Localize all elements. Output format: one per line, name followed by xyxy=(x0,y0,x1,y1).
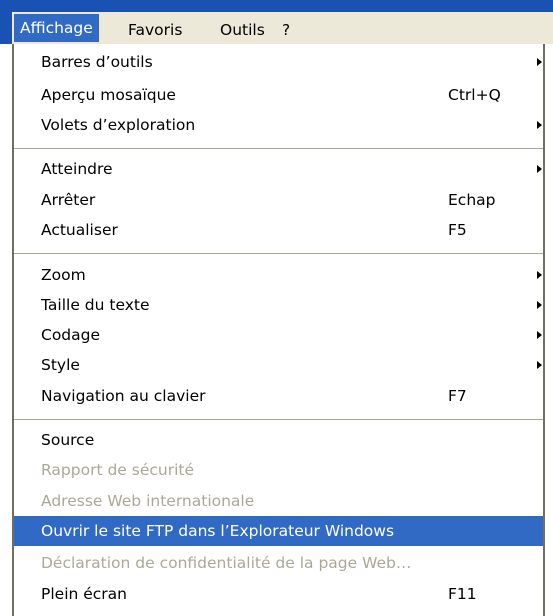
menu-item-label: Taille du texte xyxy=(41,296,150,314)
menu-item-label: Navigation au clavier xyxy=(41,387,206,405)
menu-item-plein-ecran[interactable]: Plein écran F11 xyxy=(14,579,543,609)
menu-item-label: Zoom xyxy=(41,266,86,284)
menu-item-actualiser[interactable]: Actualiser F5 xyxy=(14,215,543,245)
menu-item-label: Actualiser xyxy=(41,221,118,239)
menu-item-source[interactable]: Source xyxy=(14,425,543,455)
submenu-arrow-icon xyxy=(537,121,542,129)
menu-item-label: Barres d’outils xyxy=(41,53,153,71)
menu-affichage[interactable]: Affichage xyxy=(14,14,99,42)
menu-item-label: Source xyxy=(41,431,95,449)
menu-help[interactable]: ? xyxy=(282,18,290,42)
submenu-arrow-icon xyxy=(537,331,542,339)
menu-item-atteindre[interactable]: Atteindre xyxy=(14,154,543,184)
submenu-arrow-icon xyxy=(537,301,542,309)
submenu-arrow-icon xyxy=(537,58,542,66)
menu-item-navigation-clavier[interactable]: Navigation au clavier F7 xyxy=(14,381,543,411)
menu-item-label: Volets d’exploration xyxy=(41,116,196,134)
menu-favoris[interactable]: Favoris xyxy=(128,18,182,42)
menu-item-label: Atteindre xyxy=(41,160,113,178)
menu-item-label: Aperçu mosaïque xyxy=(41,86,176,104)
menu-separator xyxy=(14,253,543,254)
dropdown-shadow xyxy=(545,44,553,616)
menu-item-label: Plein écran xyxy=(41,585,127,603)
menu-item-label: Style xyxy=(41,356,80,374)
submenu-arrow-icon xyxy=(537,361,542,369)
menu-outils[interactable]: Outils xyxy=(220,18,265,42)
menu-item-label: Rapport de sécurité xyxy=(41,461,195,479)
submenu-arrow-icon xyxy=(537,271,542,279)
menu-item-volets-exploration[interactable]: Volets d’exploration xyxy=(14,110,543,140)
menu-item-apercu-mosaique[interactable]: Aperçu mosaïque Ctrl+Q xyxy=(14,80,543,110)
menu-item-shortcut: F5 xyxy=(448,221,467,239)
menu-item-taille-texte[interactable]: Taille du texte xyxy=(14,290,543,320)
menu-item-adresse-web-internationale: Adresse Web internationale xyxy=(14,486,543,516)
menu-item-rapport-securite: Rapport de sécurité xyxy=(14,455,543,485)
menu-item-label: Arrêter xyxy=(41,191,96,209)
menu-item-shortcut: Echap xyxy=(448,191,496,209)
menu-item-arreter[interactable]: Arrêter Echap xyxy=(14,185,543,215)
menu-item-shortcut: F11 xyxy=(448,585,477,603)
menu-item-label: Adresse Web internationale xyxy=(41,492,255,510)
menu-item-label: Déclaration de confidentialité de la pag… xyxy=(41,554,412,572)
menu-item-shortcut: Ctrl+Q xyxy=(448,86,501,104)
menu-item-declaration-confidentialite: Déclaration de confidentialité de la pag… xyxy=(14,548,543,578)
submenu-arrow-icon xyxy=(537,165,542,173)
menu-separator xyxy=(14,148,543,149)
menu-item-codage[interactable]: Codage xyxy=(14,320,543,350)
menu-item-shortcut: F7 xyxy=(448,387,467,405)
menu-item-style[interactable]: Style xyxy=(14,350,543,380)
menu-item-zoom[interactable]: Zoom xyxy=(14,260,543,290)
menu-item-label: Codage xyxy=(41,326,101,344)
menu-separator xyxy=(14,419,543,420)
menu-item-label: Ouvrir le site FTP dans l’Explorateur Wi… xyxy=(41,522,395,540)
menu-item-ouvrir-ftp-explorateur[interactable]: Ouvrir le site FTP dans l’Explorateur Wi… xyxy=(14,516,543,546)
menu-item-barres-outils[interactable]: Barres d’outils xyxy=(14,47,543,77)
